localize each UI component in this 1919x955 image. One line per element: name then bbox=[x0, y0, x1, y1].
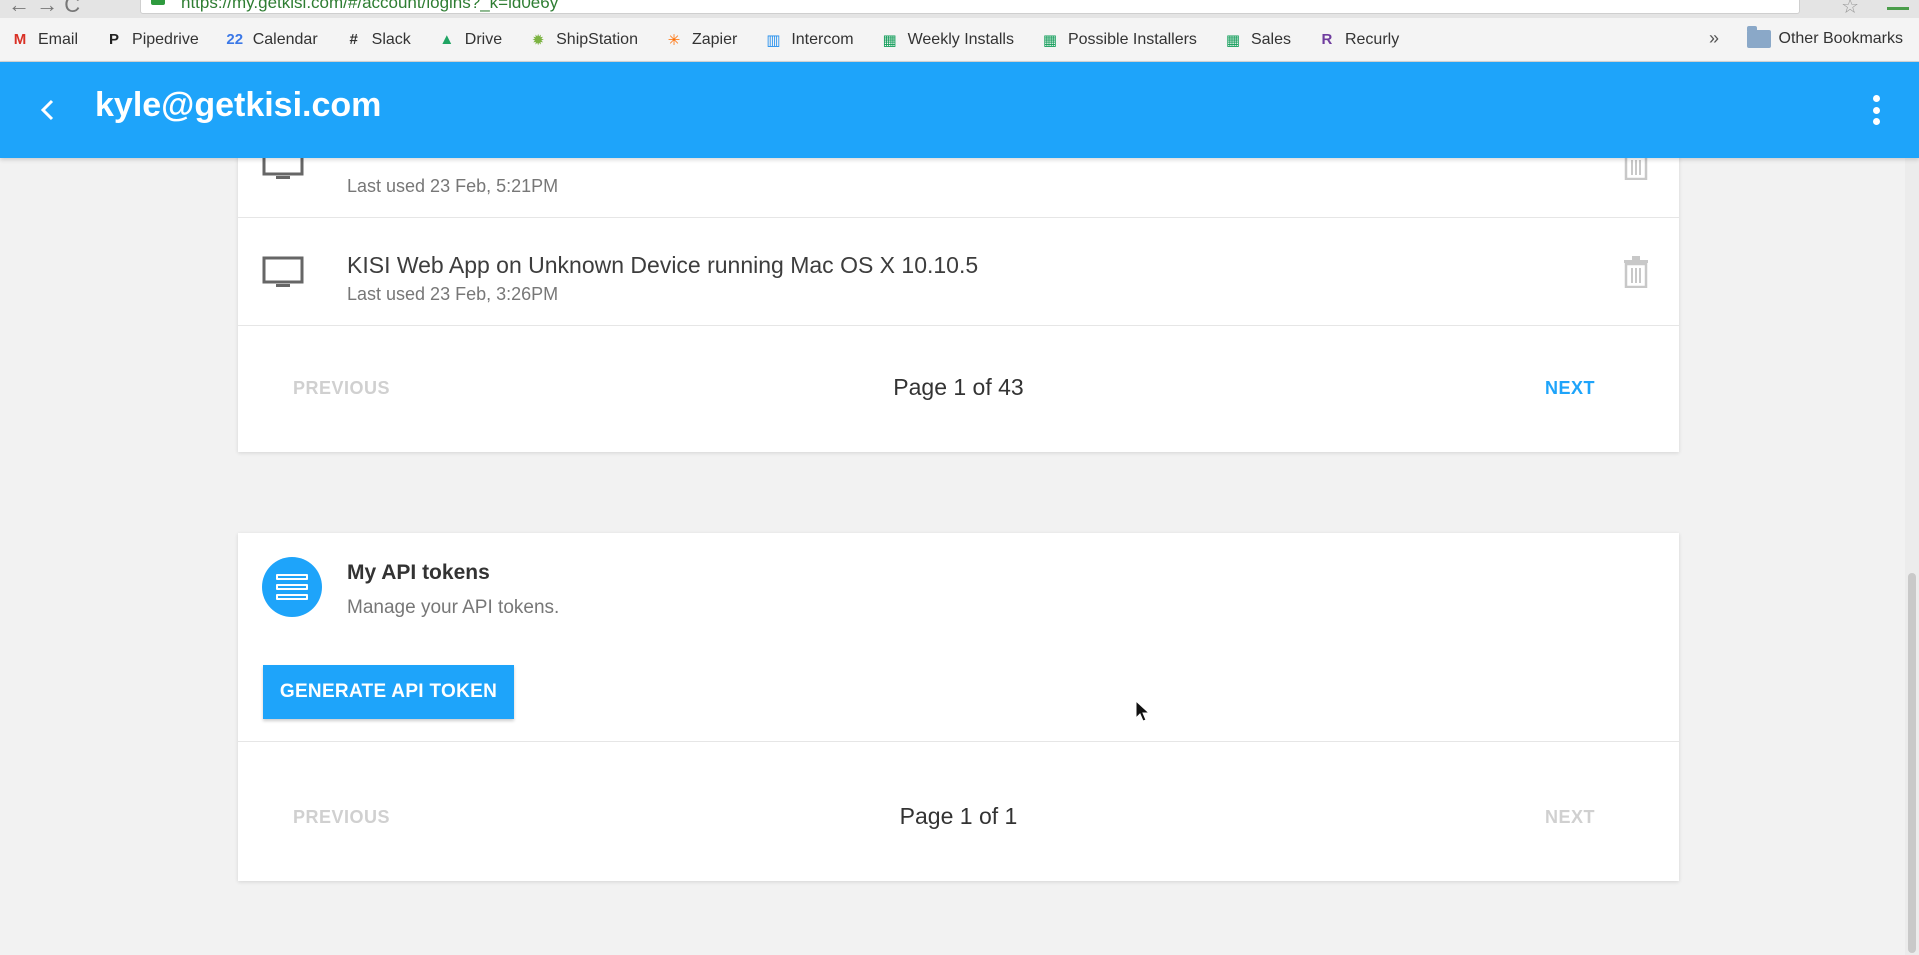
calendar-icon: 22 bbox=[226, 31, 244, 48]
bookmark-label: Recurly bbox=[1344, 30, 1400, 48]
login-row: KISI Web App on Unknown Device running M… bbox=[238, 218, 1679, 326]
logins-card: Last used 23 Feb, 5:21PM KISI Web App on… bbox=[238, 110, 1679, 452]
api-tokens-pagination: PREVIOUS Page 1 of 1 NEXT bbox=[238, 755, 1679, 881]
intercom-icon: ▥ bbox=[766, 31, 781, 49]
bookmark-email[interactable]: M Email bbox=[10, 30, 78, 50]
bookmark-label: Sales bbox=[1250, 30, 1291, 48]
trash-icon[interactable] bbox=[1623, 256, 1649, 288]
page-title: kyle@getkisi.com bbox=[95, 86, 382, 124]
address-bar[interactable]: https://my.getkisi.com/#/account/logins?… bbox=[140, 0, 1800, 14]
login-last-used: Last used 23 Feb, 5:21PM bbox=[347, 176, 559, 196]
page-indicator: Page 1 of 43 bbox=[893, 374, 1024, 400]
logins-pagination: PREVIOUS Page 1 of 43 NEXT bbox=[238, 326, 1679, 452]
scrollbar[interactable] bbox=[1905, 158, 1919, 955]
other-bookmarks[interactable]: Other Bookmarks bbox=[1746, 26, 1903, 48]
back-button[interactable] bbox=[30, 92, 66, 128]
app-header: kyle@getkisi.com bbox=[0, 62, 1919, 158]
bookmark-sales[interactable]: ▦ Sales bbox=[1223, 30, 1291, 50]
api-tokens-card: My API tokens Manage your API tokens. GE… bbox=[238, 533, 1679, 881]
more-bookmarks-chevron-icon[interactable]: » bbox=[1709, 28, 1719, 49]
zapier-icon: ✳ bbox=[667, 31, 681, 49]
divider bbox=[238, 741, 1679, 742]
bookmark-weekly-installs[interactable]: ▦ Weekly Installs bbox=[880, 30, 1014, 50]
recurly-icon: R bbox=[1321, 31, 1333, 48]
bookmark-label: Pipedrive bbox=[132, 30, 199, 48]
bookmark-calendar[interactable]: 22 Calendar bbox=[225, 30, 318, 50]
sheets-icon: ▦ bbox=[1225, 31, 1241, 49]
bookmark-label: Calendar bbox=[252, 30, 318, 48]
bookmark-label: Intercom bbox=[791, 30, 854, 48]
sheets-icon: ▦ bbox=[882, 31, 897, 49]
bookmark-label: Weekly Installs bbox=[907, 30, 1014, 48]
sheets-icon: ▦ bbox=[1042, 31, 1058, 49]
back-forward-reload-icons[interactable]: ← → C bbox=[8, 0, 80, 18]
login-title: KISI Web App on Unknown Device running M… bbox=[347, 252, 979, 278]
pipedrive-icon: P bbox=[109, 31, 120, 48]
bookmark-recurly[interactable]: R Recurly bbox=[1317, 30, 1400, 50]
lock-icon bbox=[151, 0, 165, 5]
api-tokens-title: My API tokens bbox=[347, 561, 490, 584]
bookmark-label: Slack bbox=[371, 30, 411, 48]
generate-api-token-button[interactable]: GENERATE API TOKEN bbox=[263, 665, 514, 719]
bookmarks-bar: M Email P Pipedrive 22 Calendar # Slack ▲ Drive ✹ S… bbox=[0, 18, 1919, 62]
slack-icon: # bbox=[349, 31, 358, 48]
bookmark-label: Possible Installers bbox=[1067, 30, 1197, 48]
server-icon bbox=[262, 557, 322, 617]
mouse-cursor-icon bbox=[1135, 700, 1151, 722]
folder-icon bbox=[1746, 26, 1771, 48]
login-last-used: Last used 23 Feb, 3:26PM bbox=[347, 284, 559, 304]
next-page-button[interactable]: NEXT bbox=[1545, 378, 1595, 399]
bookmark-zapier[interactable]: ✳ Zapier bbox=[664, 30, 738, 50]
bookmark-pipedrive[interactable]: P Pipedrive bbox=[104, 30, 199, 50]
address-bar-url: https://my.getkisi.com/#/account/logins?… bbox=[181, 0, 559, 12]
next-page-button[interactable]: NEXT bbox=[1545, 807, 1595, 828]
bookmark-intercom[interactable]: ▥ Intercom bbox=[763, 30, 853, 50]
bookmark-label: Zapier bbox=[691, 30, 738, 48]
page-indicator: Page 1 of 1 bbox=[899, 803, 1018, 829]
desktop-icon bbox=[262, 256, 304, 287]
api-tokens-subtitle: Manage your API tokens. bbox=[347, 597, 560, 618]
shipstation-icon: ✹ bbox=[531, 31, 545, 49]
chevron-left-icon bbox=[40, 99, 54, 121]
bookmark-label: Email bbox=[38, 30, 79, 48]
scrollbar-thumb[interactable] bbox=[1908, 573, 1916, 953]
bookmark-possible-installers[interactable]: ▦ Possible Installers bbox=[1040, 30, 1197, 50]
other-bookmarks-label: Other Bookmarks bbox=[1778, 30, 1903, 47]
more-options-icon[interactable] bbox=[1869, 92, 1883, 128]
bookmark-label: Drive bbox=[464, 30, 503, 48]
bookmark-label: ShipStation bbox=[556, 30, 638, 48]
gmail-icon: M bbox=[13, 31, 27, 48]
browser-toolbar: ← → C https://my.getkisi.com/#/account/l… bbox=[0, 0, 1919, 18]
bookmark-star-icon[interactable]: ☆ bbox=[1841, 0, 1859, 18]
bookmark-slack[interactable]: # Slack bbox=[344, 30, 411, 50]
bookmark-shipstation[interactable]: ✹ ShipStation bbox=[528, 30, 638, 50]
browser-menu-icon[interactable] bbox=[1887, 0, 1909, 10]
bookmark-drive[interactable]: ▲ Drive bbox=[437, 30, 502, 50]
drive-icon: ▲ bbox=[439, 31, 455, 48]
